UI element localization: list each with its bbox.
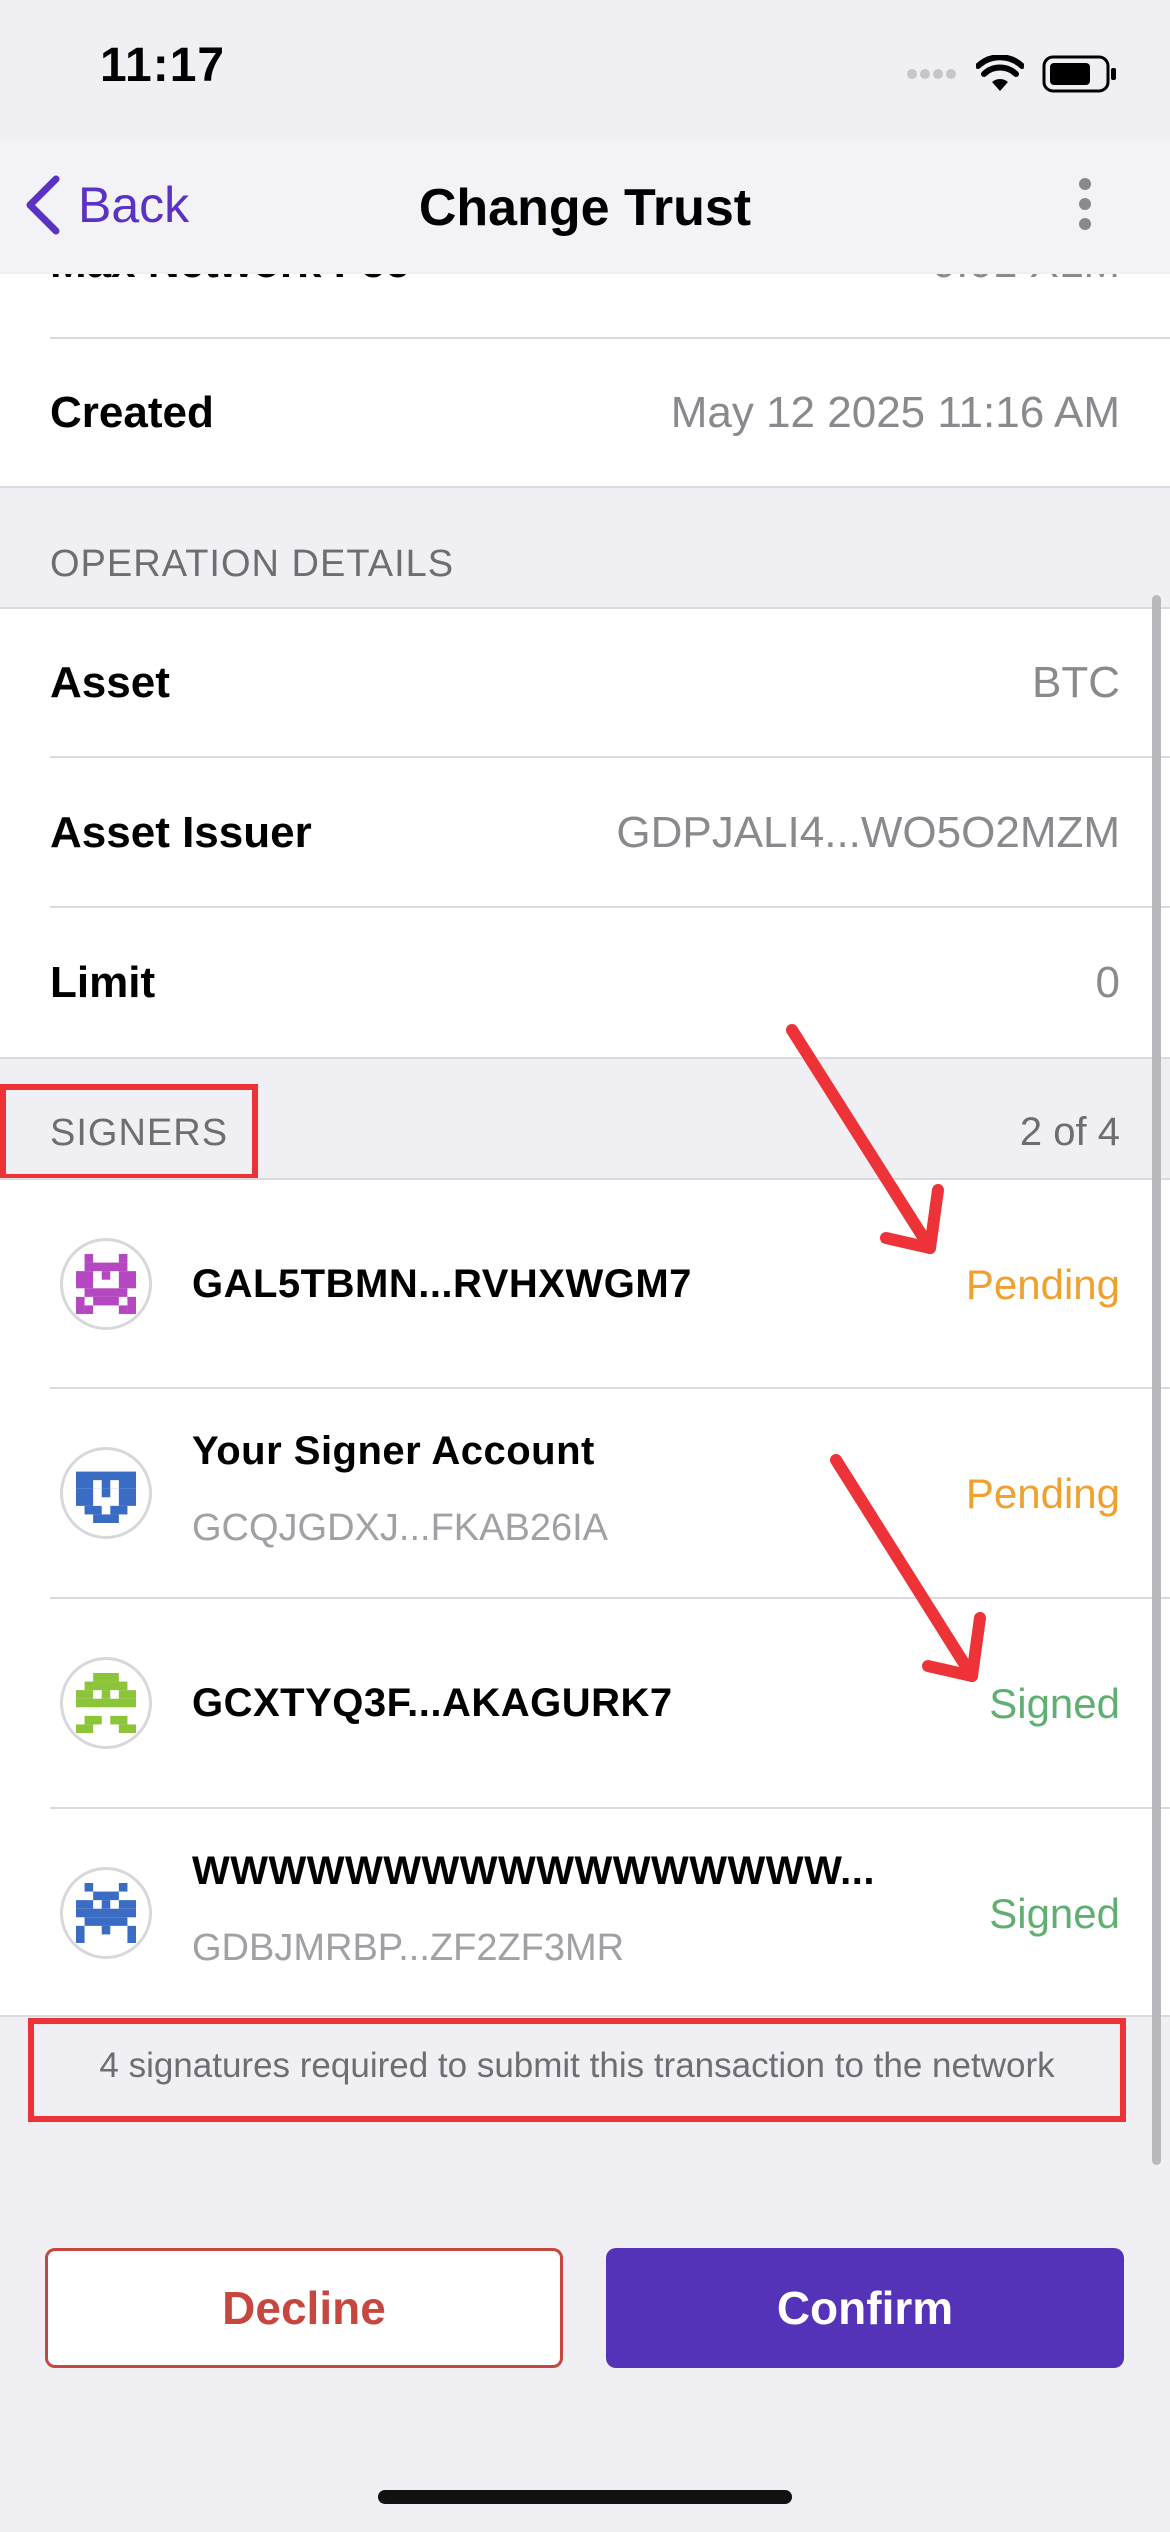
decline-button[interactable]: Decline (45, 2248, 563, 2368)
confirm-button[interactable]: Confirm (606, 2248, 1124, 2368)
home-indicator[interactable] (378, 2490, 792, 2504)
scrollbar[interactable] (1152, 595, 1161, 2165)
annotation-arrows (786, 1024, 986, 1682)
arrow-icon (786, 1024, 986, 1682)
